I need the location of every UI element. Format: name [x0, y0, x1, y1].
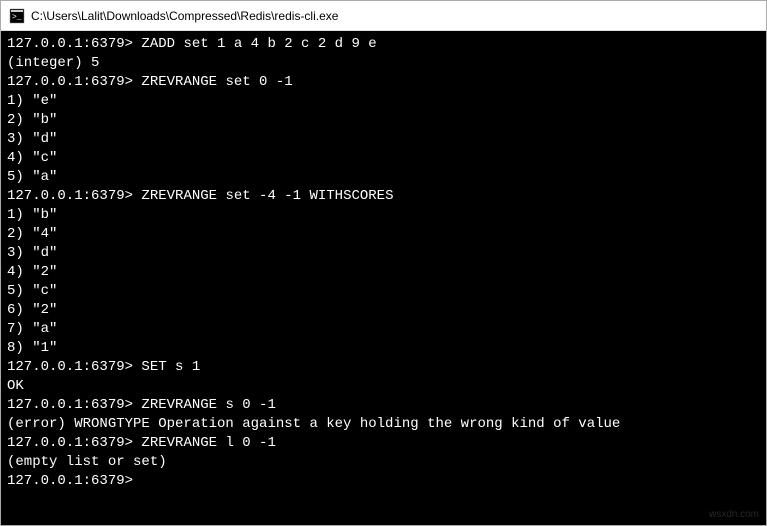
terminal-text: (error) WRONGTYPE Operation against a ke… — [7, 416, 620, 432]
window-title: C:\Users\Lalit\Downloads\Compressed\Redi… — [31, 9, 338, 23]
terminal-line: 3) "d" — [7, 130, 760, 149]
terminal-text: OK — [7, 378, 24, 394]
window-title-bar: >_ C:\Users\Lalit\Downloads\Compressed\R… — [1, 1, 766, 31]
terminal-text: 5) "a" — [7, 169, 57, 185]
terminal-line: 7) "a" — [7, 320, 760, 339]
terminal-text: ZADD set 1 a 4 b 2 c 2 d 9 e — [133, 36, 377, 52]
terminal-line: 127.0.0.1:6379> — [7, 472, 760, 491]
terminal-line: 4) "c" — [7, 149, 760, 168]
terminal-line: 127.0.0.1:6379> ZREVRANGE set 0 -1 — [7, 73, 760, 92]
terminal-line: (integer) 5 — [7, 54, 760, 73]
terminal-text: 4) "c" — [7, 150, 57, 166]
terminal-prompt: 127.0.0.1:6379> — [7, 74, 133, 90]
terminal-line: 1) "e" — [7, 92, 760, 111]
terminal-text: ZREVRANGE s 0 -1 — [133, 397, 276, 413]
terminal-text: 3) "d" — [7, 131, 57, 147]
terminal-prompt: 127.0.0.1:6379> — [7, 473, 133, 489]
terminal-text: 1) "e" — [7, 93, 57, 109]
terminal-line: 2) "4" — [7, 225, 760, 244]
terminal-prompt: 127.0.0.1:6379> — [7, 397, 133, 413]
svg-text:>_: >_ — [12, 13, 22, 22]
terminal-line: 1) "b" — [7, 206, 760, 225]
terminal-text: SET s 1 — [133, 359, 200, 375]
terminal-line: OK — [7, 377, 760, 396]
terminal-text: (empty list or set) — [7, 454, 167, 470]
terminal-text: 3) "d" — [7, 245, 57, 261]
terminal-text: ZREVRANGE l 0 -1 — [133, 435, 276, 451]
terminal-line: (error) WRONGTYPE Operation against a ke… — [7, 415, 760, 434]
terminal-text: 2) "b" — [7, 112, 57, 128]
terminal-line: 127.0.0.1:6379> ZREVRANGE l 0 -1 — [7, 434, 760, 453]
terminal-line: 127.0.0.1:6379> ZREVRANGE set -4 -1 WITH… — [7, 187, 760, 206]
terminal-text: (integer) 5 — [7, 55, 99, 71]
terminal-line: 8) "1" — [7, 339, 760, 358]
terminal-line: 127.0.0.1:6379> ZADD set 1 a 4 b 2 c 2 d… — [7, 35, 760, 54]
terminal-line: (empty list or set) — [7, 453, 760, 472]
terminal-line: 127.0.0.1:6379> SET s 1 — [7, 358, 760, 377]
terminal-prompt: 127.0.0.1:6379> — [7, 36, 133, 52]
terminal-line: 2) "b" — [7, 111, 760, 130]
terminal-text: 4) "2" — [7, 264, 57, 280]
app-icon: >_ — [9, 8, 25, 24]
terminal-output[interactable]: 127.0.0.1:6379> ZADD set 1 a 4 b 2 c 2 d… — [1, 31, 766, 525]
terminal-line: 127.0.0.1:6379> ZREVRANGE s 0 -1 — [7, 396, 760, 415]
terminal-prompt: 127.0.0.1:6379> — [7, 188, 133, 204]
terminal-text: ZREVRANGE set 0 -1 — [133, 74, 293, 90]
watermark: wsxdn.com — [709, 509, 759, 520]
terminal-text: 1) "b" — [7, 207, 57, 223]
terminal-text: ZREVRANGE set -4 -1 WITHSCORES — [133, 188, 393, 204]
terminal-text: 8) "1" — [7, 340, 57, 356]
terminal-text: 5) "c" — [7, 283, 57, 299]
terminal-line: 6) "2" — [7, 301, 760, 320]
terminal-prompt: 127.0.0.1:6379> — [7, 435, 133, 451]
terminal-text: 6) "2" — [7, 302, 57, 318]
terminal-text: 2) "4" — [7, 226, 57, 242]
terminal-text: 7) "a" — [7, 321, 57, 337]
terminal-prompt: 127.0.0.1:6379> — [7, 359, 133, 375]
terminal-line: 5) "a" — [7, 168, 760, 187]
terminal-line: 5) "c" — [7, 282, 760, 301]
terminal-line: 3) "d" — [7, 244, 760, 263]
terminal-line: 4) "2" — [7, 263, 760, 282]
